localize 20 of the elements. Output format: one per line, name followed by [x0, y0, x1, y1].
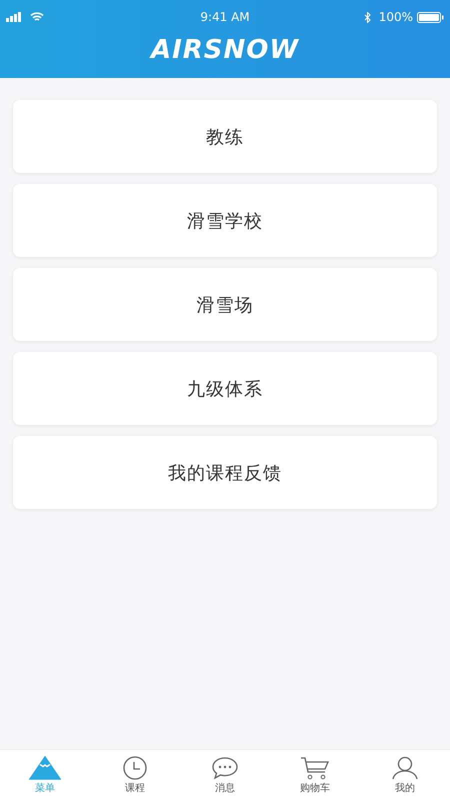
- person-icon: [391, 756, 419, 780]
- menu-card[interactable]: 滑雪学校: [13, 184, 437, 257]
- tab-item[interactable]: 课程: [90, 750, 180, 800]
- wifi-icon: [30, 12, 44, 22]
- battery-icon: [417, 12, 444, 22]
- cart-icon: [300, 756, 330, 780]
- battery-percentage: 100%: [378, 10, 413, 24]
- menu-card[interactable]: 我的课程反馈: [13, 436, 437, 509]
- status-time: 9:41 AM: [200, 10, 250, 24]
- menu-card[interactable]: 教练: [13, 100, 437, 173]
- chat-bubble-icon: [211, 756, 239, 780]
- tab-item[interactable]: 我的: [360, 750, 450, 800]
- clock-icon: [122, 756, 148, 780]
- tab-item[interactable]: 消息: [180, 750, 270, 800]
- bluetooth-icon: [364, 12, 371, 22]
- app-logo: AIRSNOW: [150, 34, 300, 66]
- menu-card[interactable]: 滑雪场: [13, 268, 437, 341]
- tab-item[interactable]: 购物车: [270, 750, 360, 800]
- mountain-icon: [29, 756, 61, 780]
- menu-card[interactable]: 九级体系: [13, 352, 437, 425]
